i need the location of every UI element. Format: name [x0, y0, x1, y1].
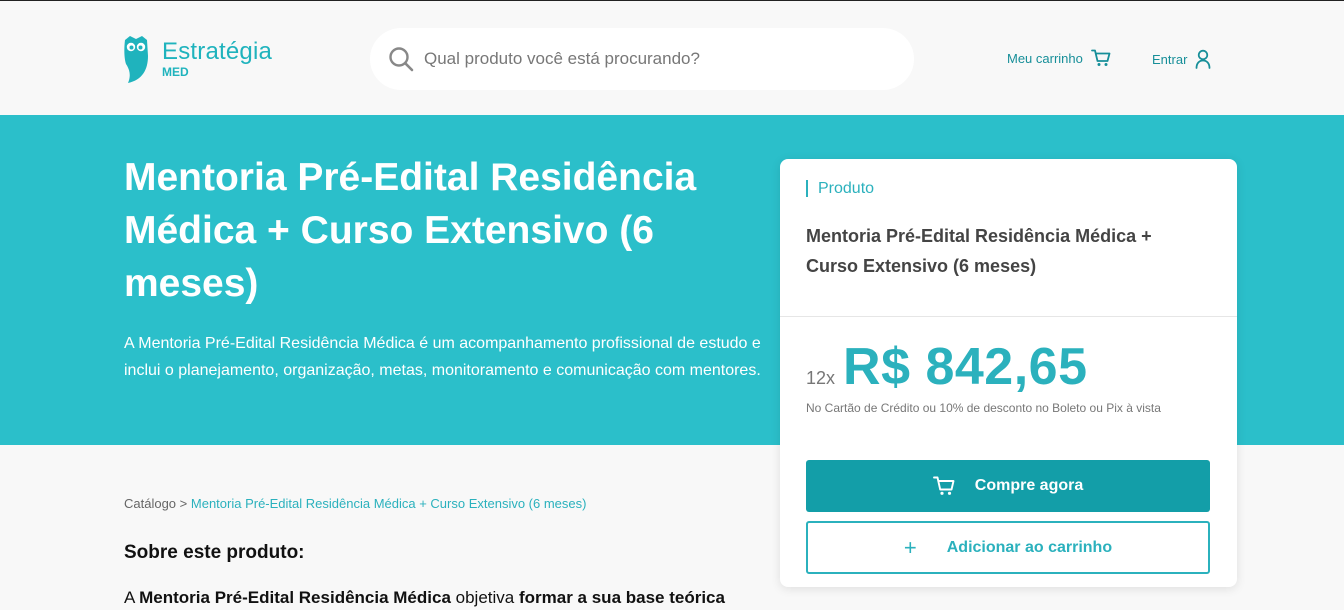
price-note: No Cartão de Crédito ou 10% de desconto … — [806, 401, 1161, 415]
breadcrumb-current[interactable]: Mentoria Pré-Edital Residência Médica + … — [191, 496, 587, 511]
hero-description: A Mentoria Pré-Edital Residência Médica … — [124, 335, 761, 379]
cart-link[interactable]: Meu carrinho — [1007, 49, 1111, 67]
about-text: A Mentoria Pré-Edital Residência Médica … — [124, 588, 764, 608]
add-to-cart-button[interactable]: + Adicionar ao carrinho — [806, 521, 1210, 574]
buy-now-button[interactable]: Compre agora — [806, 460, 1210, 512]
card-divider — [780, 316, 1237, 317]
cart-icon — [1090, 49, 1111, 66]
search-input[interactable] — [424, 44, 894, 74]
about-title: Sobre este produto: — [124, 542, 305, 563]
logo-sub: MED — [162, 65, 189, 79]
cart-link-label: Meu carrinho — [1007, 50, 1083, 66]
breadcrumb: Catálogo > Mentoria Pré-Edital Residênci… — [124, 496, 586, 511]
user-icon — [1196, 49, 1211, 69]
product-name: Mentoria Pré-Edital Residência Médica + … — [806, 226, 1152, 276]
price-row: 12x R$ 842,65 — [806, 337, 1088, 397]
login-link-label: Entrar — [1152, 51, 1188, 67]
about-text-bold-2: formar a sua base teórica — [518, 588, 725, 607]
search-icon[interactable] — [388, 46, 414, 72]
logo-name: Estratégia — [162, 38, 273, 65]
about-text-bold-1: Mentoria Pré-Edital Residência Médica — [139, 588, 451, 607]
site-header: Estratégia MED Meu carrinho Entrar — [0, 1, 1344, 115]
page-title: Mentoria Pré-Edital Residência Médica + … — [124, 156, 697, 305]
product-label: Produto — [806, 180, 874, 197]
cart-icon — [932, 476, 955, 495]
breadcrumb-separator: > — [179, 496, 188, 511]
price: R$ 842,65 — [843, 338, 1088, 396]
owl-logo-icon — [124, 36, 148, 83]
installments: 12x — [806, 368, 836, 388]
breadcrumb-root[interactable]: Catálogo — [124, 496, 176, 511]
buy-now-label: Compre agora — [974, 477, 1084, 494]
logo-link[interactable]: Estratégia MED — [122, 33, 272, 85]
search-bar — [370, 28, 914, 90]
about-text-a: A — [124, 588, 135, 607]
plus-icon: + — [903, 534, 917, 560]
add-to-cart-label: Adicionar ao carrinho — [946, 538, 1113, 556]
login-link[interactable]: Entrar — [1152, 49, 1211, 69]
about-text-b: objetiva — [455, 588, 515, 607]
product-card: Produto Mentoria Pré-Edital Residência M… — [780, 159, 1237, 587]
